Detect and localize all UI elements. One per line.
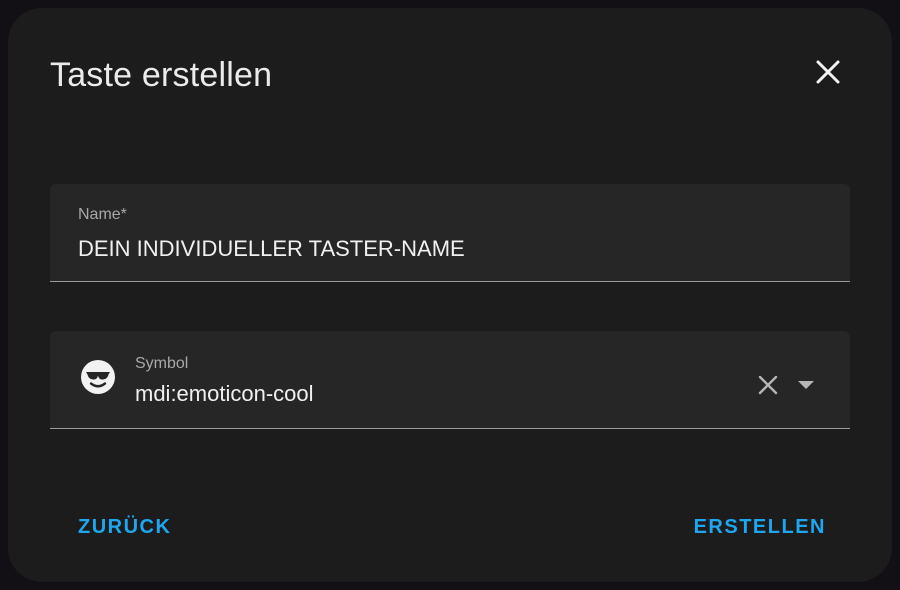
name-field[interactable]: Name* DEIN INDIVIDUELLER TASTER-NAME: [50, 184, 850, 282]
symbol-input[interactable]: mdi:emoticon-cool: [135, 381, 314, 407]
symbol-field[interactable]: Symbol mdi:emoticon-cool: [50, 331, 850, 429]
create-button-dialog: Taste erstellen Name* DEIN INDIVIDUELLER…: [8, 8, 892, 582]
name-field-label: Name*: [78, 206, 127, 223]
dialog-title: Taste erstellen: [50, 56, 273, 94]
symbol-field-label: Symbol: [135, 355, 189, 372]
close-button[interactable]: [808, 52, 848, 92]
create-button[interactable]: ERSTELLEN: [694, 516, 826, 539]
symbol-dropdown-button[interactable]: [792, 371, 820, 399]
name-input[interactable]: DEIN INDIVIDUELLER TASTER-NAME: [78, 236, 465, 262]
back-button[interactable]: ZURÜCK: [78, 516, 171, 539]
emoticon-cool-icon: [81, 360, 115, 394]
clear-icon: [758, 375, 778, 395]
close-icon: [816, 60, 840, 84]
dropdown-arrow-icon: [798, 381, 814, 389]
clear-symbol-button[interactable]: [754, 371, 782, 399]
